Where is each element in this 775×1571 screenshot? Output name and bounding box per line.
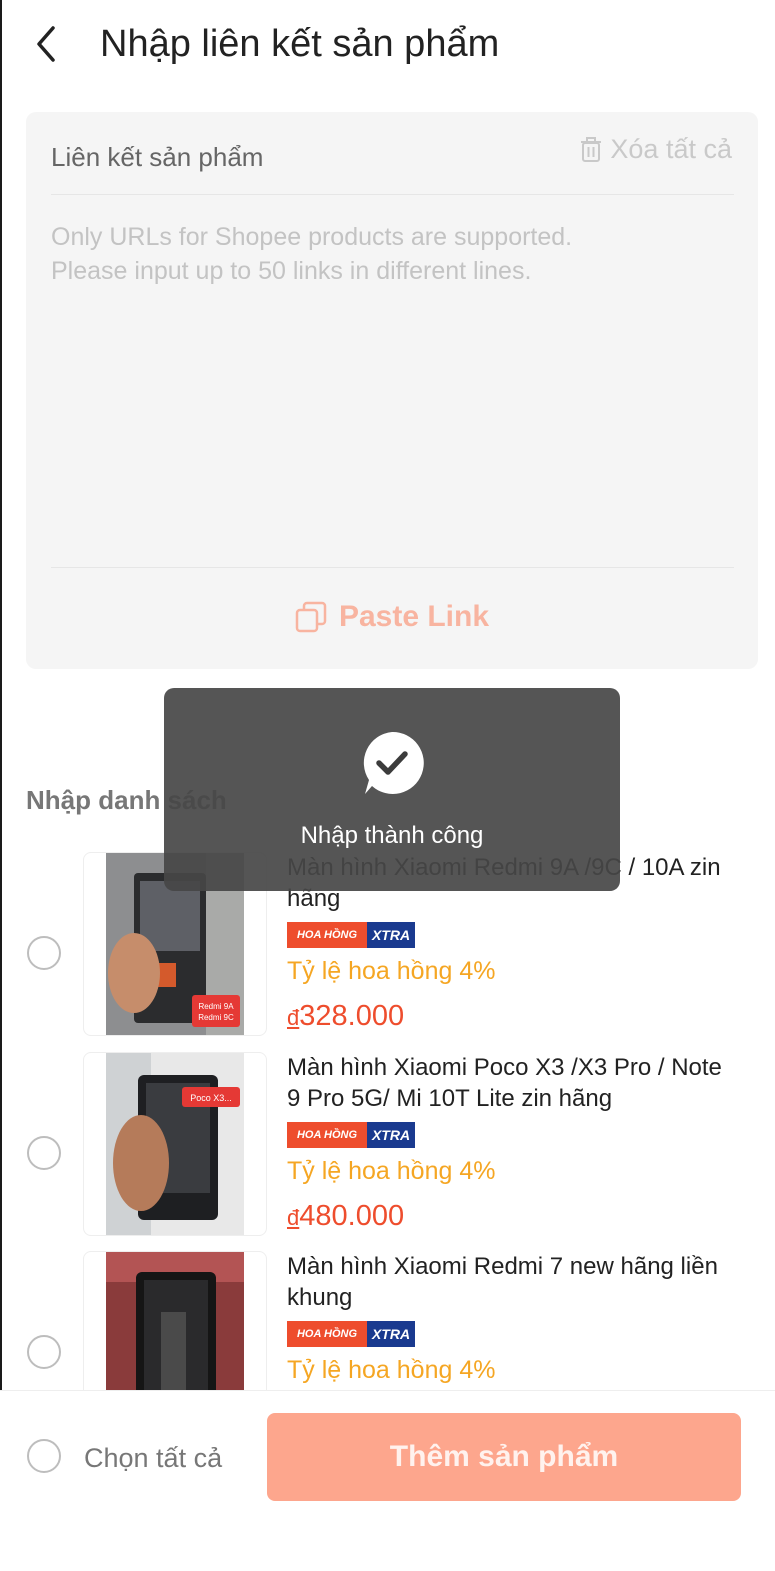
panel-label: Liên kết sản phẩm (51, 142, 264, 172)
divider (51, 567, 734, 568)
check-bubble-icon (363, 731, 424, 794)
product-price: đ480.000 (287, 1200, 405, 1232)
commission-xtra-badge: HOA HỒNG XTRA (287, 922, 415, 948)
chevron-left-icon (37, 26, 55, 62)
success-toast: Nhập thành công (164, 688, 620, 891)
link-input-panel: Liên kết sản phẩm Xóa tất cả Paste Link (26, 112, 758, 669)
svg-text:Redmi 9A: Redmi 9A (198, 1002, 234, 1011)
trash-icon (581, 136, 602, 162)
commission-rate: Tỷ lệ hoa hồng 4% (287, 957, 496, 985)
product-select-radio[interactable] (27, 1136, 61, 1170)
commission-xtra-badge: HOA HỒNG XTRA (287, 1122, 415, 1148)
link-textarea[interactable] (51, 220, 734, 550)
commission-rate: Tỷ lệ hoa hồng 4% (287, 1356, 496, 1384)
select-all-radio[interactable] (27, 1439, 61, 1473)
product-photo: Poco X3... (106, 1053, 244, 1235)
product-thumbnail: Poco X3... (83, 1052, 267, 1236)
commission-xtra-badge: HOA HỒNG XTRA (287, 1321, 415, 1347)
product-select-radio[interactable] (27, 936, 61, 970)
svg-text:Poco X3...: Poco X3... (190, 1093, 232, 1103)
add-products-button[interactable]: Thêm sản phẩm (267, 1413, 741, 1501)
copy-icon (295, 601, 327, 633)
divider (51, 194, 734, 195)
commission-rate: Tỷ lệ hoa hồng 4% (287, 1157, 496, 1185)
toast-message: Nhập thành công (300, 822, 484, 849)
select-all-label[interactable]: Chọn tất cả (84, 1443, 222, 1474)
svg-text:Redmi 9C: Redmi 9C (198, 1013, 234, 1022)
bottom-action-bar: Chọn tất cả Thêm sản phẩm (0, 1390, 775, 1571)
app-header: Nhập liên kết sản phẩm (0, 0, 775, 90)
product-item: Poco X3... Màn hình Xiaomi Poco X3 /X3 P… (0, 1052, 775, 1242)
product-title: Màn hình Xiaomi Poco X3 /X3 Pro / Note 9… (287, 1054, 722, 1112)
product-price: đ328.000 (287, 1000, 405, 1032)
clear-all-label: Xóa tất cả (610, 134, 732, 164)
paste-link-button[interactable]: Paste Link (26, 582, 758, 652)
back-button[interactable] (26, 22, 66, 66)
paste-link-label: Paste Link (338, 600, 490, 633)
product-select-radio[interactable] (27, 1335, 61, 1369)
clear-all-button[interactable]: Xóa tất cả (580, 134, 732, 165)
page-title: Nhập liên kết sản phẩm (100, 23, 500, 65)
product-title: Màn hình Xiaomi Redmi 7 new hãng liền kh… (287, 1253, 718, 1311)
